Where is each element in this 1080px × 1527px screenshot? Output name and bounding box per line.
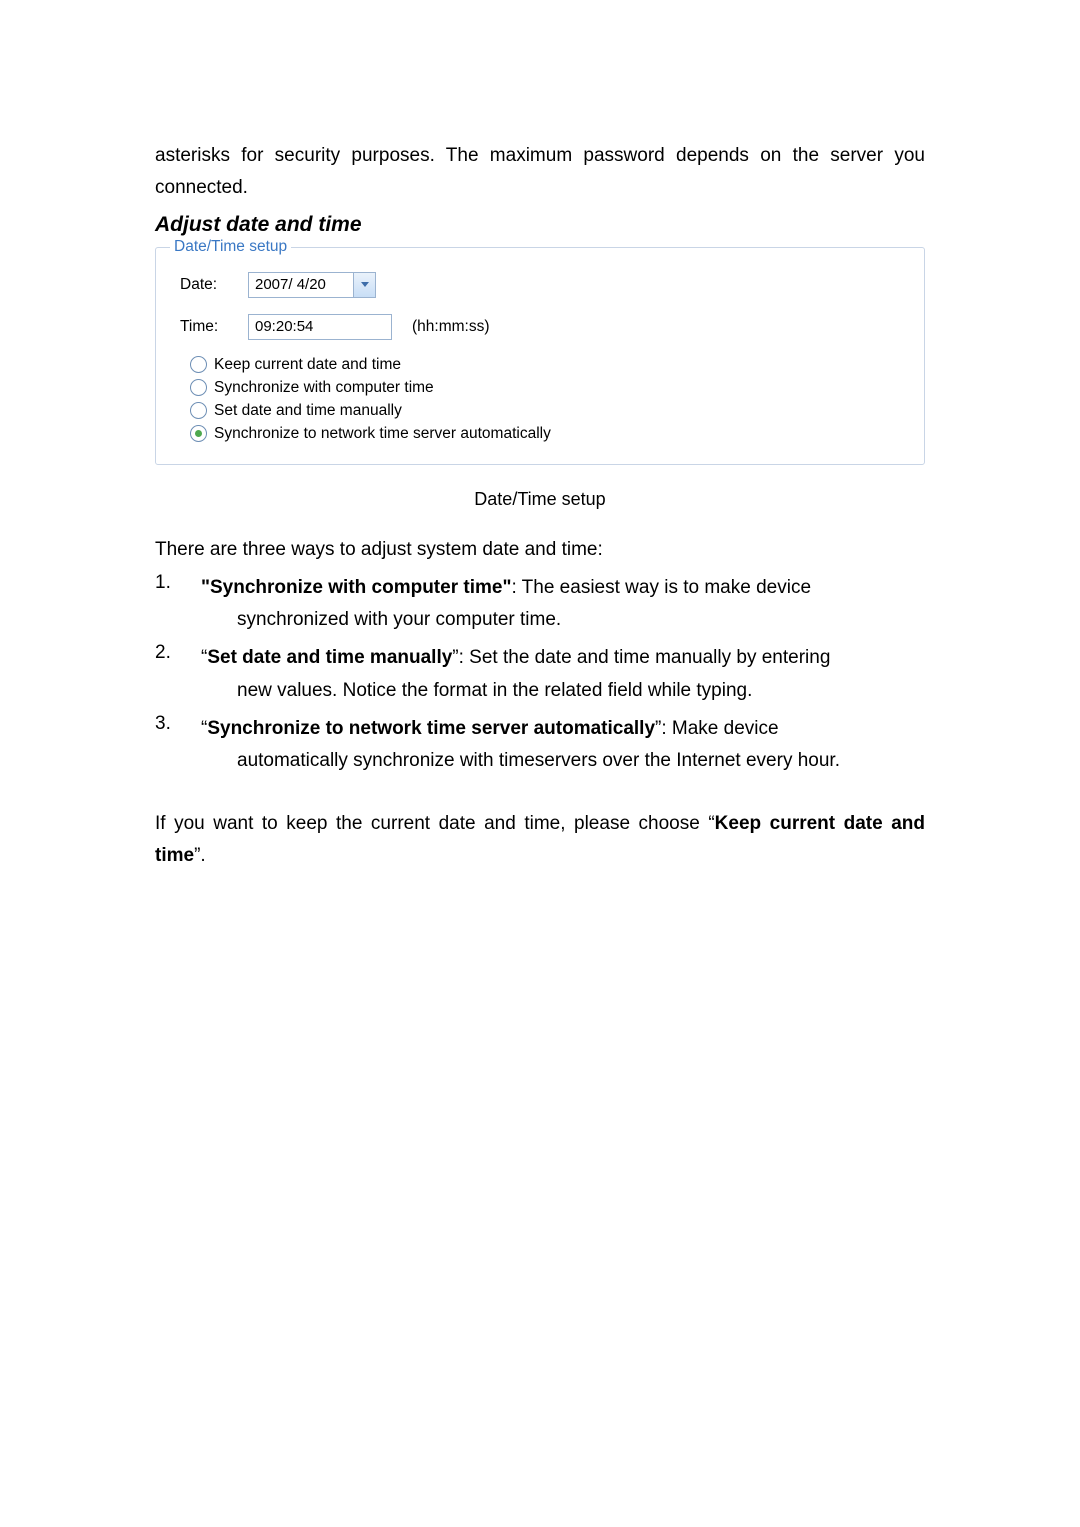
date-input[interactable] (248, 272, 354, 298)
chevron-down-icon (361, 282, 369, 287)
date-dropdown-button[interactable] (354, 272, 376, 298)
closing-post: ”. (194, 845, 206, 866)
date-label: Date: (180, 276, 240, 294)
radio-sync-computer[interactable]: Synchronize with computer time (190, 379, 906, 397)
radio-set-manually[interactable]: Set date and time manually (190, 402, 906, 420)
list-item: 2. “Set date and time manually”: Set the… (155, 642, 925, 707)
radio-label: Set date and time manually (214, 402, 402, 420)
figure-caption: Date/Time setup (155, 489, 925, 510)
item3-line2: automatically synchronize with timeserve… (201, 745, 840, 777)
list-item: 1. "Synchronize with computer time": The… (155, 572, 925, 637)
list-marker: 1. (155, 572, 201, 637)
item2-bold: Set date and time manually (207, 647, 452, 668)
list-marker: 2. (155, 642, 201, 707)
fieldset-legend: Date/Time setup (170, 238, 291, 256)
item2-line2: new values. Notice the format in the rel… (201, 675, 830, 707)
intro-paragraph: asterisks for security purposes. The max… (155, 140, 925, 205)
date-time-fieldset: Date/Time setup Date: Time: (hh:mm:ss) K… (155, 247, 925, 465)
radio-keep-current[interactable]: Keep current date and time (190, 356, 906, 374)
section-heading: Adjust date and time (155, 213, 925, 237)
radio-icon (190, 402, 207, 419)
list-item: 3. “Synchronize to network time server a… (155, 713, 925, 778)
item3-bold: Synchronize to network time server autom… (207, 718, 655, 739)
item1-text: : The easiest way is to make device (511, 577, 811, 598)
time-format-hint: (hh:mm:ss) (412, 318, 490, 336)
date-row: Date: (174, 272, 906, 298)
radio-label: Synchronize to network time server autom… (214, 425, 551, 443)
time-input[interactable] (248, 314, 392, 340)
radio-icon (190, 379, 207, 396)
radio-label: Keep current date and time (214, 356, 401, 374)
closing-pre: If you want to keep the current date and… (155, 813, 715, 834)
radio-label: Synchronize with computer time (214, 379, 434, 397)
list-marker: 3. (155, 713, 201, 778)
item2-text: ”: Set the date and time manually by ent… (452, 647, 830, 668)
radio-icon (190, 356, 207, 373)
item1-bold: "Synchronize with computer time" (201, 577, 511, 598)
list-intro: There are three ways to adjust system da… (155, 534, 925, 566)
time-row: Time: (hh:mm:ss) (174, 314, 906, 340)
radio-icon (190, 425, 207, 442)
radio-sync-network[interactable]: Synchronize to network time server autom… (190, 425, 906, 443)
item3-text: ”: Make device (655, 718, 779, 739)
closing-paragraph: If you want to keep the current date and… (155, 808, 925, 873)
radio-selected-icon (195, 430, 202, 437)
item1-line2: synchronized with your computer time. (201, 604, 811, 636)
time-label: Time: (180, 318, 240, 336)
numbered-list: 1. "Synchronize with computer time": The… (155, 572, 925, 778)
